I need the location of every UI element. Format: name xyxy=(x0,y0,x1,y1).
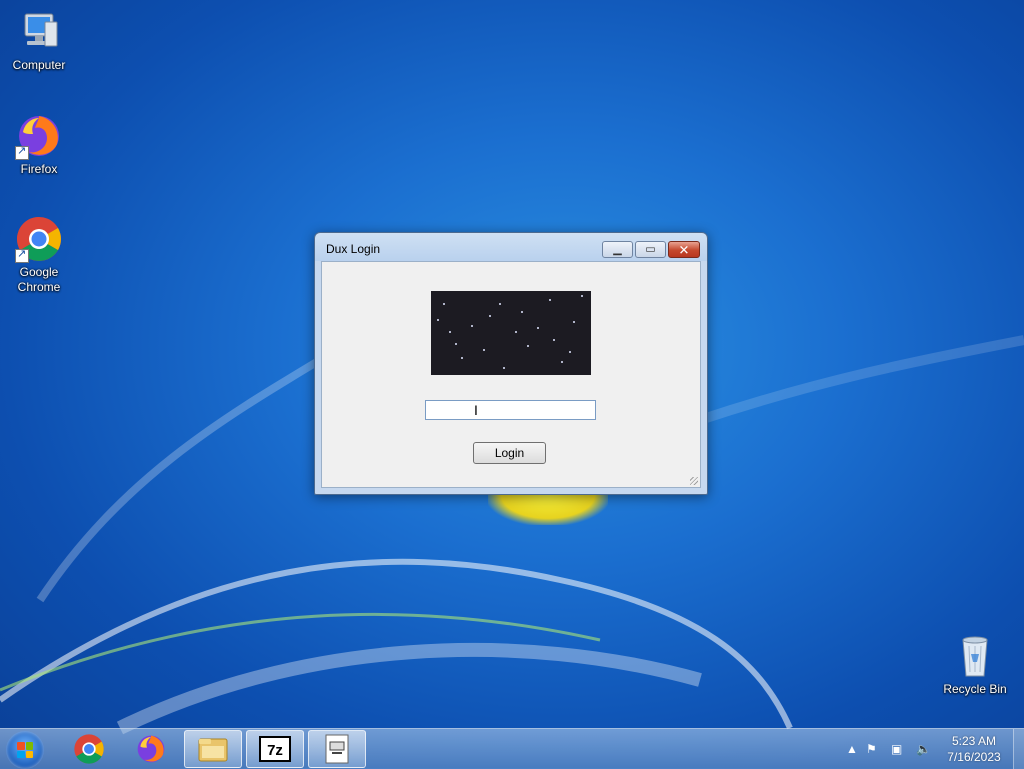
chrome-icon xyxy=(74,734,104,764)
desktop-icon-label: Firefox xyxy=(20,162,58,176)
window-client-area: I Login xyxy=(321,261,701,488)
start-button[interactable] xyxy=(6,731,44,769)
app-window-icon xyxy=(325,734,349,764)
computer-icon xyxy=(15,8,63,56)
window-title: Dux Login xyxy=(326,242,381,256)
shortcut-arrow-icon xyxy=(15,247,29,263)
dux-login-window[interactable]: Dux Login ▁ ▭ ✕ I Login xyxy=(314,232,708,495)
taskbar-7zip[interactable]: 7z xyxy=(246,730,304,768)
7zip-icon: 7z xyxy=(259,736,291,762)
network-icon[interactable]: ▣ xyxy=(891,742,907,756)
wallpaper-flower xyxy=(488,495,608,525)
taskbar: 7z ▲ ⚑ ▣ 🔈 5:23 AM 7/16/2023 xyxy=(0,728,1024,769)
taskbar-firefox[interactable] xyxy=(122,730,180,768)
login-button[interactable]: Login xyxy=(473,442,546,464)
minimize-icon: ▁ xyxy=(613,243,622,255)
taskbar-chrome[interactable] xyxy=(60,730,118,768)
password-input[interactable] xyxy=(425,400,596,420)
recycle-bin-icon xyxy=(951,632,999,680)
show-hidden-icons-arrow[interactable]: ▲ xyxy=(846,742,862,756)
desktop-icon-firefox[interactable]: Firefox xyxy=(1,112,77,177)
desktop-icon-computer[interactable]: Computer xyxy=(1,8,77,73)
close-button[interactable]: ✕ xyxy=(668,241,700,258)
clock-date: 7/16/2023 xyxy=(947,750,1001,764)
close-icon: ✕ xyxy=(678,242,690,257)
windows-logo-icon xyxy=(17,742,33,758)
firefox-icon xyxy=(137,735,165,763)
desktop-icon-recycle-bin[interactable]: Recycle Bin xyxy=(937,632,1013,697)
volume-muted-icon[interactable]: 🔈 xyxy=(916,742,932,756)
desktop-icon-label: Computer xyxy=(12,58,66,72)
minimize-button[interactable]: ▁ xyxy=(602,241,633,258)
taskbar-app-window[interactable] xyxy=(308,730,366,768)
starfield-image xyxy=(431,291,591,375)
desktop-icon-label: Google Chrome xyxy=(17,265,61,294)
taskbar-file-explorer[interactable] xyxy=(184,730,242,768)
shortcut-arrow-icon xyxy=(15,144,29,160)
resize-grip[interactable] xyxy=(690,477,698,485)
svg-text:7z: 7z xyxy=(267,742,283,759)
firefox-icon xyxy=(15,112,63,160)
clock[interactable]: 5:23 AM 7/16/2023 xyxy=(945,733,1003,765)
chrome-icon xyxy=(15,215,63,263)
desktop-icon-google-chrome[interactable]: Google Chrome xyxy=(1,215,77,295)
desktop-icon-label: Recycle Bin xyxy=(943,682,1007,696)
show-desktop-button[interactable] xyxy=(1013,729,1024,769)
maximize-button[interactable]: ▭ xyxy=(635,241,666,258)
maximize-icon: ▭ xyxy=(645,243,656,255)
text-cursor-icon: I xyxy=(474,402,478,418)
action-center-flag-icon[interactable]: ⚑ xyxy=(866,742,882,756)
file-explorer-icon xyxy=(198,738,228,762)
clock-time: 5:23 AM xyxy=(951,734,997,748)
